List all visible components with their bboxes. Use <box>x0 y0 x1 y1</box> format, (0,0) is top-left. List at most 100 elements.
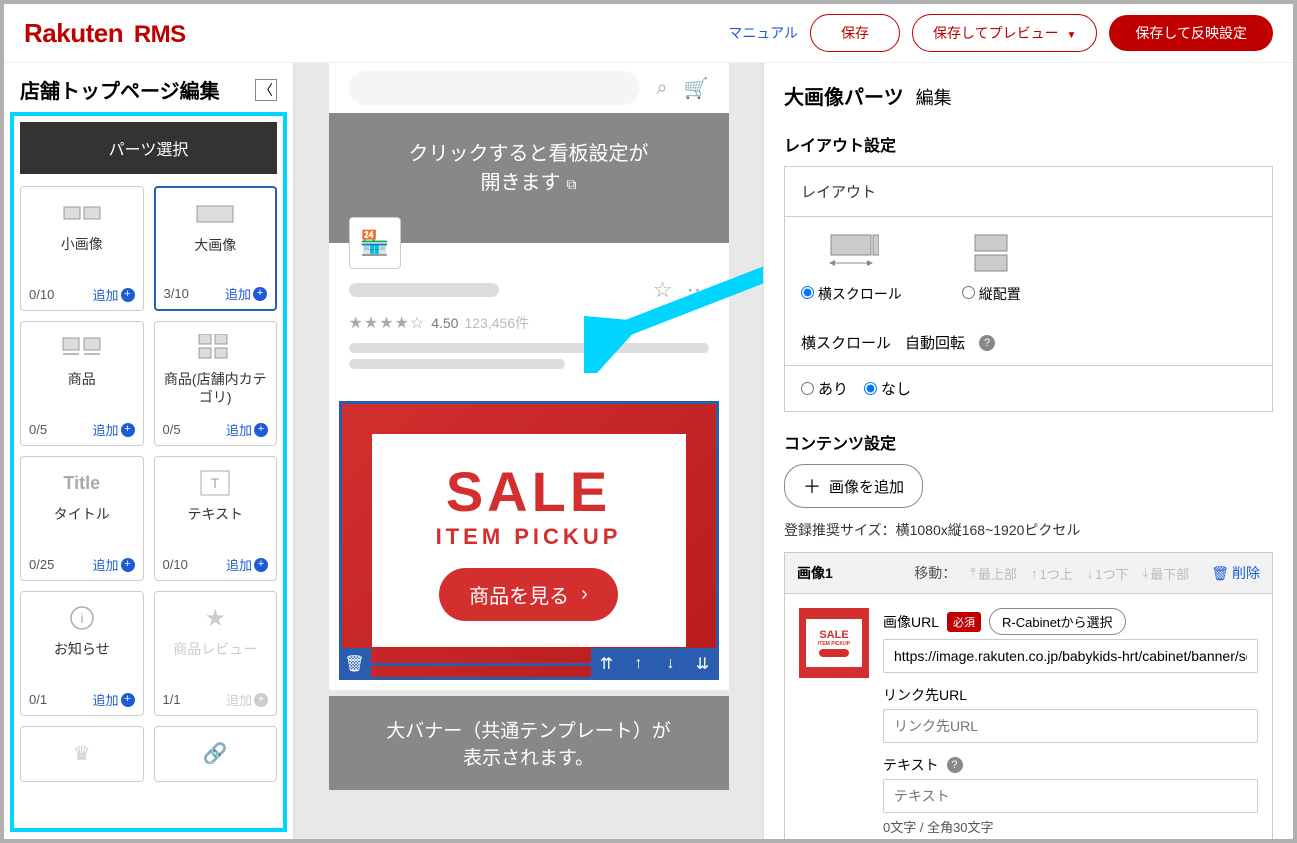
part-label: お知らせ <box>54 640 110 658</box>
move-down-button[interactable]: ↓ <box>655 648 687 680</box>
move-down[interactable]: ↓1つ下 <box>1087 564 1129 583</box>
sale-banner: SALE ITEM PICKUP 商品を見る› <box>342 404 716 677</box>
image-thumbnail: SALE ITEM PICKUP <box>799 608 869 678</box>
part-count: 3/10 <box>164 286 189 301</box>
panel-title: 大画像パーツ編集 <box>784 81 1273 110</box>
parts-selection-header: パーツ選択 <box>20 122 277 174</box>
favorite-star-icon[interactable]: ☆ <box>653 277 673 303</box>
help-icon[interactable]: ? <box>979 335 995 351</box>
add-button[interactable]: 追加+ <box>92 555 134 574</box>
layout-section-title: レイアウト設定 <box>784 132 1273 156</box>
part-large-image[interactable]: 大画像 3/10 追加+ <box>154 186 278 311</box>
text-input[interactable] <box>883 779 1258 813</box>
move-top-button[interactable]: ⇈ <box>591 648 623 680</box>
content-section-title: コンテンツ設定 <box>784 430 1273 454</box>
image-1-label: 画像1 <box>797 563 833 583</box>
part-product[interactable]: 商品 0/5 追加+ <box>20 321 144 446</box>
block-toolbar: 🗑 ⇈ ↑ ↓ ⇊ <box>339 648 719 680</box>
layout-h-radio[interactable] <box>801 286 814 299</box>
part-review[interactable]: ★ 商品レビュー 1/1 追加+ <box>154 591 278 716</box>
sidebar-highlight: パーツ選択 小画像 0/10 追加+ <box>10 112 287 832</box>
crown-icon: ♛ <box>73 737 91 769</box>
manual-link[interactable]: マニュアル <box>728 23 798 43</box>
part-title[interactable]: Title タイトル 0/25 追加+ <box>20 456 144 581</box>
part-text[interactable]: T テキスト 0/10 追加+ <box>154 456 278 581</box>
move-up[interactable]: ↑1つ上 <box>1031 564 1073 583</box>
cart-icon[interactable]: 🛒 <box>684 76 709 101</box>
save-button[interactable]: 保存 <box>810 14 900 52</box>
add-image-button[interactable]: ＋画像を追加 <box>784 464 923 508</box>
star-icon: ★ <box>204 602 226 634</box>
svg-text:T: T <box>211 475 220 491</box>
edit-panel: 大画像パーツ編集 レイアウト設定 レイアウト 横スクロール <box>763 63 1293 839</box>
stars-icon: ★★★★☆ <box>349 313 426 333</box>
part-label: 商品(店舗内カテゴリ) <box>163 370 269 406</box>
part-label: 小画像 <box>61 235 103 253</box>
move-top[interactable]: ⤒最上部 <box>970 564 1017 583</box>
add-button[interactable]: 追加+ <box>92 690 134 709</box>
signboard-area[interactable]: クリックすると看板設定が 開きます⧉ 🏪 <box>329 113 729 243</box>
delete-block-button[interactable]: 🗑 <box>339 648 371 680</box>
part-count: 0/1 <box>29 692 47 707</box>
move-up-button[interactable]: ↑ <box>623 648 655 680</box>
part-notice[interactable]: i お知らせ 0/1 追加+ <box>20 591 144 716</box>
save-reflect-button[interactable]: 保存して反映設定 <box>1109 15 1273 51</box>
part-label: 商品 <box>68 370 96 388</box>
signboard-text2: 開きます <box>481 172 561 194</box>
auto-rotate-yes[interactable]: あり <box>801 378 848 399</box>
template-banner-placeholder: 大バナー（共通テンプレート）が 表示されます。 <box>329 696 729 790</box>
preview-area: ⌕ 🛒 クリックすると看板設定が 開きます⧉ 🏪 ☆ ⋯ <box>294 63 763 839</box>
shop-icon: 🏪 <box>349 217 401 269</box>
shop-name-placeholder <box>349 283 499 297</box>
delete-image-button[interactable]: 🗑削除 <box>1211 563 1260 583</box>
part-small-image[interactable]: 小画像 0/10 追加+ <box>20 186 144 311</box>
logo: Rakuten RMS <box>24 18 186 49</box>
small-image-icon <box>62 197 102 229</box>
move-label: 移動： <box>914 563 956 583</box>
phone-topbar: ⌕ 🛒 <box>329 63 729 113</box>
save-preview-button[interactable]: 保存してプレビュー ▼ <box>912 14 1097 52</box>
part-product-category[interactable]: 商品(店舗内カテゴリ) 0/5 追加+ <box>154 321 278 446</box>
layout-vertical-option[interactable]: 縦配置 <box>962 233 1021 304</box>
sale-title: SALE <box>392 464 666 520</box>
sale-subtitle: ITEM PICKUP <box>392 524 666 550</box>
help-icon[interactable]: ? <box>947 757 963 773</box>
more-icon[interactable]: ⋯ <box>687 277 709 303</box>
image-url-label: 画像URL <box>883 612 939 632</box>
image-url-input[interactable] <box>883 639 1258 673</box>
rating-row: ★★★★☆ 4.50 123,456件 <box>349 313 709 333</box>
part-ranking[interactable]: ♛ <box>20 726 144 782</box>
add-button[interactable]: 追加+ <box>225 284 267 303</box>
header: Rakuten RMS マニュアル 保存 保存してプレビュー ▼ 保存して反映設… <box>4 4 1293 63</box>
search-icon[interactable]: ⌕ <box>656 77 667 100</box>
layout-horizontal-option[interactable]: 横スクロール <box>801 233 902 304</box>
sale-cta-button[interactable]: 商品を見る› <box>439 568 618 621</box>
rcabinet-button[interactable]: R-Cabinetから選択 <box>989 608 1126 635</box>
scroll-type-label: 横スクロール <box>801 332 891 353</box>
add-button[interactable]: 追加+ <box>92 420 134 439</box>
move-bottom-button[interactable]: ⇊ <box>687 648 719 680</box>
layout-v-radio[interactable] <box>962 286 975 299</box>
svg-text:i: i <box>80 610 83 626</box>
large-image-block[interactable]: SALE ITEM PICKUP 商品を見る› 🗑 ⇈ ↑ ↓ ⇊ <box>329 391 729 690</box>
part-link[interactable]: 🔗 <box>154 726 278 782</box>
char-count: 0文字 / 全角30文字 <box>883 817 1258 836</box>
add-button[interactable]: 追加+ <box>226 420 268 439</box>
layout-section: レイアウト 横スクロール 縦配置 <box>784 166 1273 412</box>
part-label: テキスト <box>187 505 243 523</box>
add-button[interactable]: 追加+ <box>92 285 134 304</box>
part-count: 0/10 <box>29 287 54 302</box>
link-url-input[interactable] <box>883 709 1258 743</box>
external-link-icon: ⧉ <box>567 176 577 192</box>
link-icon: 🔗 <box>203 737 228 769</box>
part-count: 1/1 <box>163 692 181 707</box>
collapse-sidebar-button[interactable]: 〈 <box>255 79 277 101</box>
move-bottom[interactable]: ⤓最下部 <box>1142 564 1189 583</box>
auto-rotate-no[interactable]: なし <box>864 378 911 399</box>
rating-value: 4.50 <box>431 315 458 331</box>
add-button-disabled: 追加+ <box>226 690 268 709</box>
info-icon: i <box>69 602 95 634</box>
product-icon <box>60 332 104 364</box>
image-1-box: 画像1 移動： ⤒最上部 ↑1つ上 ↓1つ下 ⤓最下部 🗑削除 SALE ITE… <box>784 552 1273 839</box>
add-button[interactable]: 追加+ <box>226 555 268 574</box>
